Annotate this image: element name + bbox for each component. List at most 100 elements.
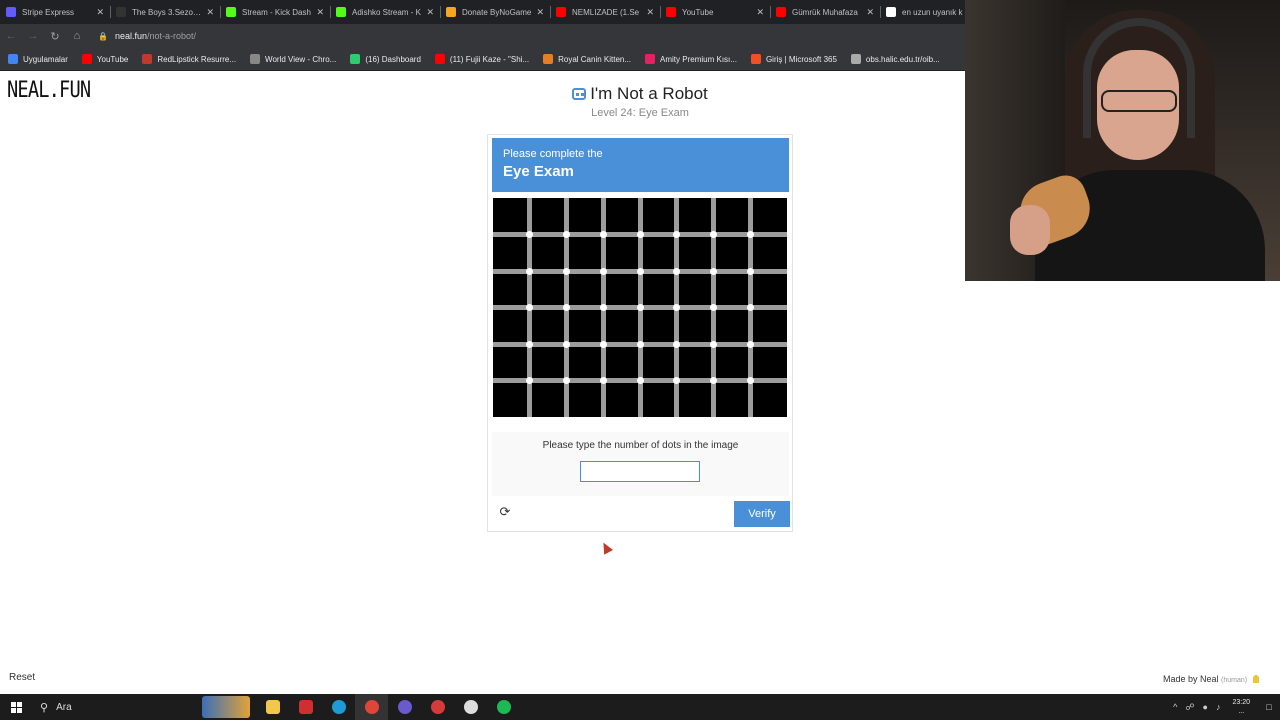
grid-dot	[563, 231, 570, 238]
grid-dot	[563, 304, 570, 311]
bookmark-item[interactable]: World View - Chro...	[250, 54, 336, 64]
grid-dot	[746, 377, 754, 384]
bookmark-favicon-icon	[81, 54, 92, 64]
home-icon[interactable]: ⌂	[66, 30, 88, 42]
verify-button[interactable]: Verify	[734, 501, 790, 527]
grid-dot	[563, 340, 570, 348]
tab-close-icon[interactable]: ✕	[756, 7, 764, 18]
made-by-note: (human)	[1221, 677, 1248, 684]
grid-dot	[710, 267, 717, 275]
start-button[interactable]	[0, 694, 32, 720]
volume-icon[interactable]: ♪	[1216, 702, 1221, 712]
taskbar-app-opera[interactable]	[289, 694, 322, 720]
grid-dot	[563, 377, 570, 384]
bookmark-item[interactable]: RedLipstick Resurre...	[142, 54, 236, 64]
bookmark-label: Uygulamalar	[23, 54, 68, 64]
tab-favicon-icon	[556, 7, 566, 17]
grid-dot	[599, 267, 607, 275]
tab-close-icon[interactable]: ✕	[536, 7, 544, 18]
browser-tab[interactable]: NEMLIZADE (1.Se ✕	[550, 0, 660, 24]
grid-dot	[599, 377, 607, 384]
network-icon[interactable]: ☍	[1185, 702, 1194, 713]
tab-close-icon[interactable]: ✕	[646, 7, 654, 18]
tab-title: Stripe Express	[22, 7, 75, 17]
app-dark-icon	[463, 700, 478, 714]
windows-logo-icon	[10, 701, 22, 713]
bookmark-item[interactable]: Amity Premium Kısı...	[645, 54, 737, 64]
bookmark-item[interactable]: (11) Fujii Kaze - "Shi...	[434, 54, 530, 64]
bookmark-favicon-icon	[645, 54, 656, 64]
bookmark-item[interactable]: Royal Canin Kitten...	[543, 54, 631, 64]
tab-title: YouTube	[682, 7, 714, 17]
bookmark-label: YouTube	[96, 54, 129, 64]
file-explorer-icon	[265, 700, 280, 714]
tab-favicon-icon	[336, 7, 346, 17]
microphone-icon[interactable]: ●	[1203, 702, 1208, 712]
page-title-text: I'm Not a Robot	[590, 84, 708, 103]
grid-dot	[710, 304, 717, 311]
tab-close-icon[interactable]: ✕	[96, 7, 104, 18]
bookmark-item[interactable]: Uygulamalar	[8, 54, 68, 64]
forward-arrow-icon[interactable]: →	[22, 30, 44, 42]
taskbar-app-obs-like[interactable]	[421, 694, 454, 720]
grid-dot	[563, 267, 570, 275]
captcha-header-large: Eye Exam	[503, 163, 574, 180]
tab-title: Gümrük Muhafaza	[792, 7, 858, 17]
grid-dot	[636, 377, 644, 384]
clock-date: ...	[1238, 708, 1245, 715]
bookmark-favicon-icon	[750, 54, 761, 64]
lock-icon: 🔒	[98, 31, 108, 41]
taskbar-clock[interactable]: 23:20 ...	[1232, 698, 1250, 716]
tab-close-icon[interactable]: ✕	[866, 7, 874, 18]
bookmark-label: (11) Fujii Kaze - "Shi...	[449, 54, 530, 64]
taskbar-app-app-dark[interactable]	[454, 694, 487, 720]
grid-dot	[636, 340, 644, 348]
made-by-credit[interactable]: Made by Neal (human)	[1163, 674, 1259, 684]
bookmark-favicon-icon	[250, 54, 261, 64]
grid-dot	[526, 340, 534, 348]
tray-chevron-icon[interactable]: ^	[1173, 702, 1177, 712]
bookmark-item[interactable]: Giriş | Microsoft 365	[750, 54, 837, 64]
edge-icon	[331, 700, 346, 714]
discord-like-icon	[397, 700, 412, 714]
widgets-icon[interactable]	[202, 696, 250, 718]
browser-tab[interactable]: YouTube ✕	[660, 0, 770, 24]
tab-favicon-icon	[226, 7, 236, 17]
browser-tab[interactable]: Gümrük Muhafaza ✕	[770, 0, 880, 24]
taskbar-app-edge[interactable]	[322, 694, 355, 720]
taskbar-app-chrome[interactable]	[355, 694, 388, 720]
headset-icon	[1083, 18, 1195, 138]
taskbar-app-file-explorer[interactable]	[256, 694, 289, 720]
url-path: /not-a-robot/	[147, 31, 197, 41]
browser-tab[interactable]: Donate ByNoGame ✕	[440, 0, 550, 24]
dot-count-input[interactable]	[580, 461, 700, 482]
tab-close-icon[interactable]: ✕	[206, 7, 214, 18]
tab-favicon-icon	[446, 7, 456, 17]
bookmark-favicon-icon	[850, 54, 861, 64]
reset-link[interactable]: Reset	[9, 672, 35, 683]
notification-icon[interactable]: □	[1258, 702, 1280, 712]
back-arrow-icon[interactable]: ←	[0, 30, 22, 42]
browser-tab[interactable]: Stripe Express ✕	[0, 0, 110, 24]
browser-tab[interactable]: Stream - Kick Dash ✕	[220, 0, 330, 24]
taskbar-app-spotify[interactable]	[487, 694, 520, 720]
bookmark-item[interactable]: obs.halic.edu.tr/oib...	[850, 54, 940, 64]
refresh-challenge-icon[interactable]: ⟳	[498, 505, 512, 519]
taskbar-search[interactable]: ⚲ Ara	[32, 701, 162, 714]
bookmark-item[interactable]: (16) Dashboard	[350, 54, 421, 64]
tab-title: Stream - Kick Dash	[242, 7, 311, 17]
browser-tab[interactable]: Adishko Stream - K ✕	[330, 0, 440, 24]
bookmark-label: obs.halic.edu.tr/oib...	[865, 54, 940, 64]
tab-close-icon[interactable]: ✕	[316, 7, 324, 18]
browser-tab[interactable]: The Boys 3.Sezon 1 ✕	[110, 0, 220, 24]
site-logo[interactable]: NEAL.FUN	[7, 78, 91, 103]
answer-area: Please type the number of dots in the im…	[492, 432, 789, 496]
captcha-header: Please complete the Eye Exam	[492, 138, 789, 192]
tab-close-icon[interactable]: ✕	[426, 7, 434, 18]
reload-icon[interactable]: ↻	[44, 30, 66, 43]
url-field[interactable]: 🔒 neal.fun/not-a-robot/	[98, 31, 196, 41]
bookmark-item[interactable]: YouTube	[81, 54, 129, 64]
opera-icon	[298, 700, 313, 714]
url-host: neal.fun	[114, 31, 147, 41]
taskbar-app-discord-like[interactable]	[388, 694, 421, 720]
